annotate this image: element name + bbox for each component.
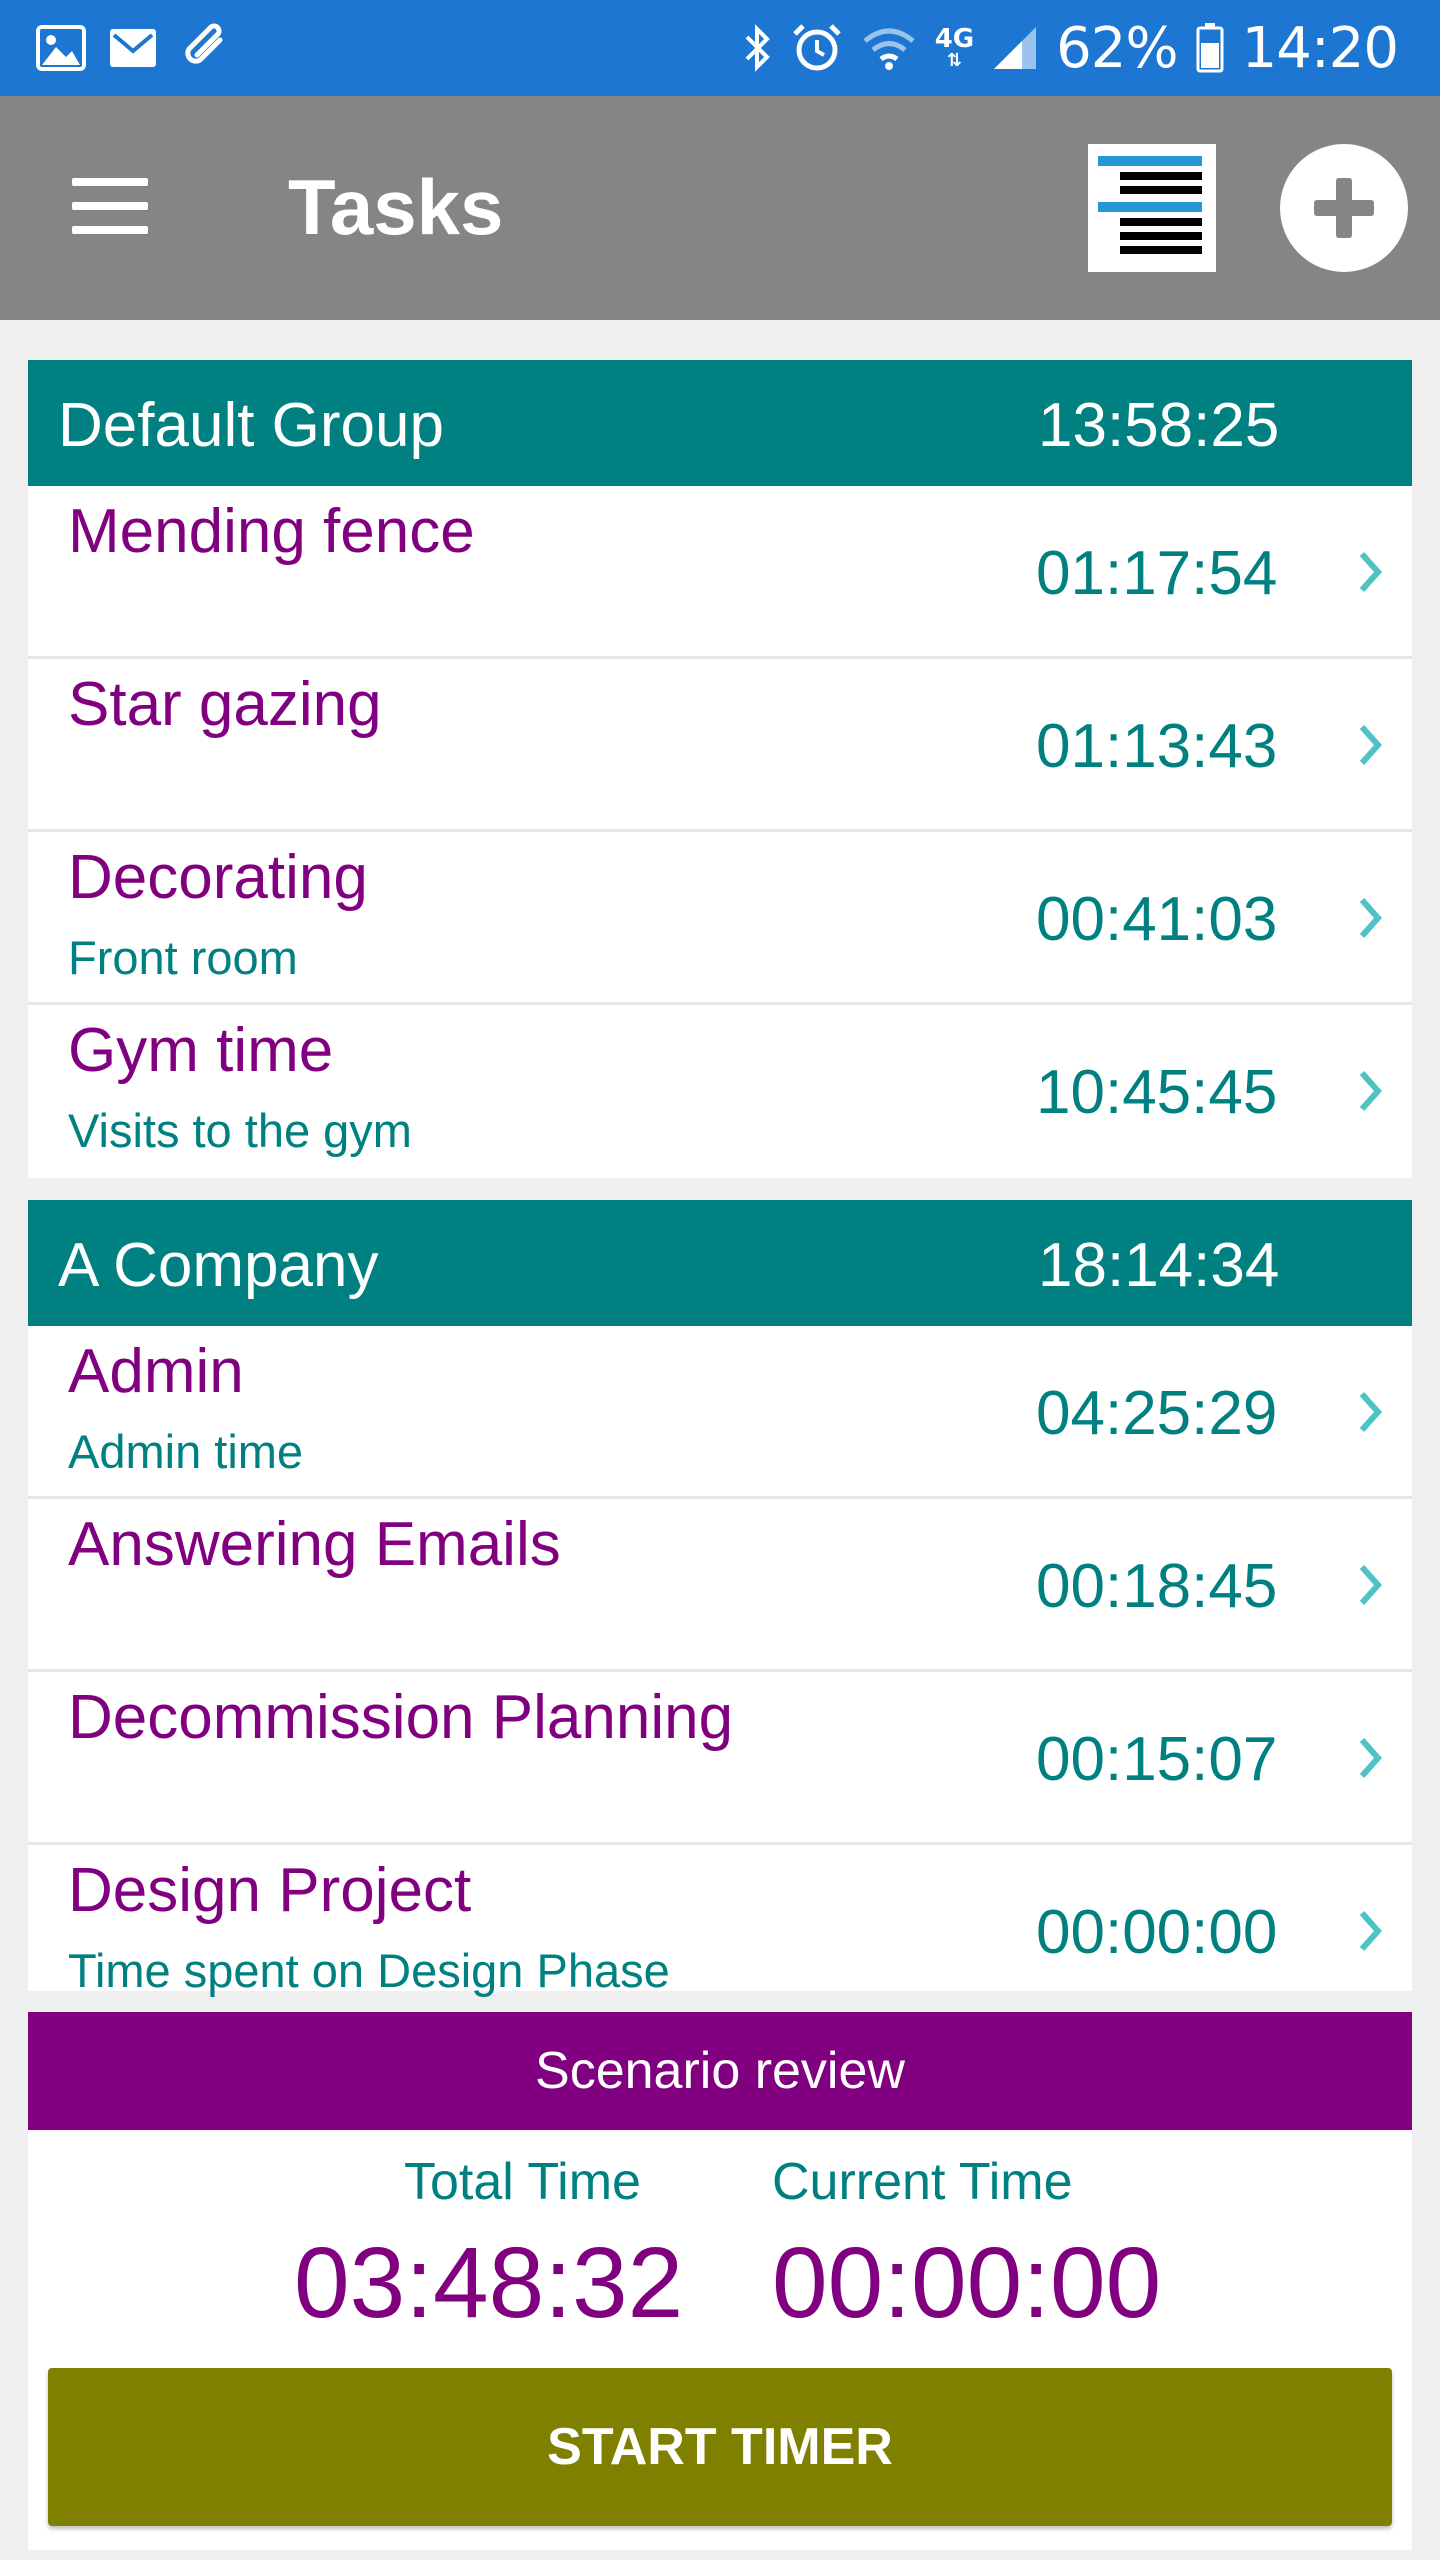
task-description: Visits to the gym: [68, 1104, 412, 1157]
task-description: Front room: [68, 931, 298, 984]
task-name: Design Project: [68, 1856, 472, 1925]
task-time: 01:13:43: [1036, 712, 1278, 781]
app-bar: Tasks: [0, 96, 1440, 320]
task-time: 00:18:45: [1036, 1552, 1278, 1621]
task-name: Decommission Planning: [68, 1683, 734, 1752]
clock: 14:20: [1241, 15, 1399, 81]
task-time: 00:41:03: [1036, 885, 1278, 954]
view-toggle-icon[interactable]: [1088, 144, 1216, 272]
total-time-value: 03:48:32: [294, 2227, 684, 2339]
group-name: Default Group: [58, 391, 444, 460]
image-icon: [36, 25, 86, 71]
task-name: Star gazing: [68, 670, 382, 739]
task-name: Answering Emails: [68, 1510, 561, 1579]
task-group: A Company 18:14:34 Admin Admin time 04:2…: [28, 1200, 1412, 1997]
alarm-icon: [792, 24, 841, 71]
group-total-time: 18:14:34: [1038, 1231, 1280, 1300]
chevron-right-icon: [1359, 1392, 1383, 1432]
mail-icon: [110, 29, 156, 67]
task-time: 00:15:07: [1036, 1725, 1278, 1794]
task-name: Admin: [68, 1337, 244, 1406]
add-icon[interactable]: [1280, 144, 1408, 272]
bluetooth-icon: [745, 24, 770, 72]
total-time-label: Total Time: [404, 2153, 641, 2211]
list-view-glyph: [1098, 156, 1202, 254]
chevron-right-icon: [1359, 1911, 1383, 1951]
chevron-right-icon: [1359, 1071, 1383, 1111]
battery-icon: [1196, 23, 1224, 73]
task-row[interactable]: Design Project Time spent on Design Phas…: [28, 1845, 1412, 1997]
group-header[interactable]: A Company 18:14:34: [28, 1200, 1412, 1326]
current-time-label: Current Time: [772, 2153, 1073, 2211]
data-arrows-icon: ⇅: [946, 50, 962, 71]
page-title: Tasks: [288, 163, 504, 251]
task-description: Admin time: [68, 1425, 304, 1478]
summary-title: Scenario review: [28, 2012, 1412, 2130]
task-row[interactable]: Decommission Planning 00:15:07: [28, 1672, 1412, 1845]
task-row[interactable]: Answering Emails 00:18:45: [28, 1499, 1412, 1672]
battery-percent: 62%: [1056, 15, 1178, 81]
chevron-right-icon: [1359, 725, 1383, 765]
task-name: Decorating: [68, 843, 368, 912]
group-header[interactable]: Default Group 13:58:25: [28, 360, 1412, 486]
task-row[interactable]: Mending fence 01:17:54: [28, 486, 1412, 659]
chevron-right-icon: [1359, 552, 1383, 592]
status-bar: 4G ⇅ 62% 14:20: [0, 0, 1440, 96]
chevron-right-icon: [1359, 1565, 1383, 1605]
paperclip-icon: [185, 23, 223, 64]
network-indicator: 4G ⇅: [935, 26, 974, 70]
task-time: 10:45:45: [1036, 1058, 1278, 1127]
chevron-right-icon: [1359, 898, 1383, 938]
task-time: 04:25:29: [1036, 1379, 1278, 1448]
network-type: 4G: [934, 24, 975, 54]
signal-icon: [994, 27, 1037, 69]
task-time: 01:17:54: [1036, 539, 1278, 608]
task-row[interactable]: Star gazing 01:13:43: [28, 659, 1412, 832]
current-time-value: 00:00:00: [772, 2227, 1162, 2339]
wifi-icon: [863, 28, 915, 70]
task-row[interactable]: Decorating Front room 00:41:03: [28, 832, 1412, 1005]
menu-icon[interactable]: [72, 174, 152, 238]
task-time: 00:00:00: [1036, 1898, 1278, 1967]
scenario-summary: Scenario review Total Time Current Time …: [28, 2012, 1412, 2550]
start-timer-button[interactable]: START TIMER: [48, 2368, 1392, 2526]
chevron-right-icon: [1359, 1738, 1383, 1778]
task-name: Gym time: [68, 1016, 334, 1085]
task-group: Default Group 13:58:25 Mending fence 01:…: [28, 360, 1412, 1178]
task-description: Time spent on Design Phase: [68, 1944, 670, 1997]
group-total-time: 13:58:25: [1038, 391, 1280, 460]
task-row[interactable]: Admin Admin time 04:25:29: [28, 1326, 1412, 1499]
task-row[interactable]: Gym time Visits to the gym 10:45:45: [28, 1005, 1412, 1178]
group-name: A Company: [58, 1231, 379, 1300]
task-name: Mending fence: [68, 497, 475, 566]
